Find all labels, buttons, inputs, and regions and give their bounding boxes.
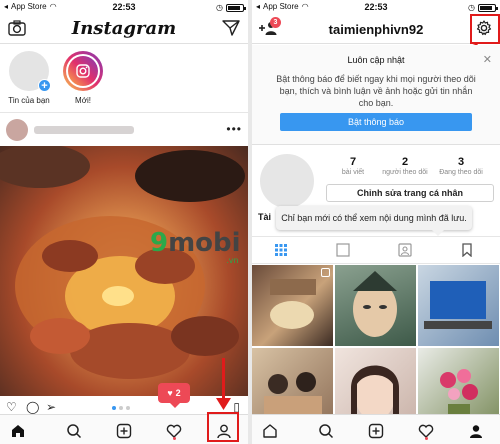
profile-tab-highlight	[207, 412, 239, 442]
feed-screen: ◂ App Store ◠ 22:53 ◷ Instagram + Tin củ…	[0, 0, 248, 444]
banner-text: Bật thông báo để biết ngay khi mọi người…	[276, 74, 476, 108]
status-bar: ◂ App Store ◠ 22:53 ◷	[0, 0, 248, 14]
tab-activity-icon[interactable]	[414, 421, 438, 441]
profile-screen: ◂ App Store ◠ 22:53 ◷ 3 taimienphivn92 L…	[252, 0, 500, 444]
battery-icon	[478, 3, 498, 12]
arrow-head-icon	[216, 398, 231, 410]
stat-followers[interactable]: 2 người theo dõi	[380, 156, 430, 176]
bottom-tab-bar	[252, 414, 500, 444]
photo-anime	[353, 271, 397, 337]
heart-icon: ♥	[167, 388, 173, 398]
watermark-nine: 9	[150, 228, 169, 258]
avatar[interactable]	[6, 119, 28, 141]
tab-search-icon[interactable]	[62, 421, 86, 441]
notification-count: 2	[175, 388, 181, 398]
tab-home-icon[interactable]	[6, 421, 30, 441]
post-username-blurred[interactable]	[34, 126, 134, 134]
post-grid	[252, 265, 500, 429]
post-photo[interactable]: 9mobi .vn	[0, 146, 248, 396]
story-new[interactable]: Mới!	[58, 51, 108, 105]
tagged-icon[interactable]	[398, 243, 414, 259]
avatar: +	[9, 51, 51, 92]
list-view-icon[interactable]	[336, 243, 352, 259]
saved-tooltip[interactable]: Chỉ bạn mới có thể xem nội dung mình đã …	[276, 206, 472, 236]
feed-header: Instagram	[0, 14, 248, 44]
comment-icon[interactable]: ◯	[26, 400, 39, 414]
story-ring	[63, 51, 103, 91]
tab-home-icon[interactable]	[258, 421, 282, 441]
tab-profile-icon[interactable]	[464, 421, 488, 441]
watermark-tld: .vn	[226, 256, 239, 265]
stat-number: 2	[401, 156, 409, 168]
saved-bookmark-icon[interactable]	[460, 243, 476, 259]
activity-dot	[173, 437, 176, 440]
notification-banner: Luôn cập nhật ✕ Bật thông báo để biết ng…	[252, 45, 500, 145]
tab-add-icon[interactable]	[364, 421, 388, 441]
stat-label: bài viết	[341, 169, 365, 176]
stat-label: Đang theo dõi	[439, 169, 483, 176]
stat-label: người theo dõi	[382, 169, 428, 176]
instagram-logo: Instagram	[71, 18, 177, 39]
share-icon[interactable]: ➢	[46, 400, 56, 414]
direct-message-icon[interactable]	[222, 20, 240, 41]
tab-add-icon[interactable]	[112, 421, 136, 441]
tab-search-icon[interactable]	[314, 421, 338, 441]
edit-profile-button[interactable]: Chỉnh sửa trang cá nhân	[326, 184, 494, 202]
stat-following[interactable]: 3 Đang theo dõi	[436, 156, 486, 176]
status-bar: ◂ App Store ◠ 22:53 ◷	[252, 0, 500, 14]
battery-icon	[226, 3, 246, 12]
carousel-dots	[112, 406, 130, 410]
status-time: 22:53	[364, 2, 388, 12]
stories-tray: + Tin của bạn Mới!	[0, 45, 248, 113]
stat-posts[interactable]: 7 bài viết	[328, 156, 378, 176]
food-image	[0, 146, 245, 379]
profile-username: taimienphivn92	[328, 22, 424, 37]
like-icon[interactable]: ♡	[6, 400, 17, 414]
annotation-arrow	[222, 358, 225, 402]
activity-notification-badge[interactable]: ♥ 2	[158, 383, 190, 408]
multi-photo-icon	[321, 268, 330, 277]
photo-cafe	[270, 279, 316, 329]
avatar[interactable]	[260, 154, 314, 208]
grid-view-icon[interactable]	[274, 243, 290, 259]
close-icon[interactable]: ✕	[483, 53, 492, 66]
instagram-camera-icon	[68, 56, 98, 86]
enable-notifications-button[interactable]: Bật thông báo	[280, 113, 472, 131]
profile-view-tabs	[252, 236, 500, 264]
grid-photo[interactable]	[252, 265, 333, 346]
grid-photo[interactable]	[418, 265, 499, 346]
grid-photo[interactable]	[335, 265, 416, 346]
alarm-icon: ◷	[468, 3, 475, 12]
post-header: •••	[0, 114, 248, 146]
stat-number: 7	[349, 156, 357, 168]
stat-number: 3	[457, 156, 465, 168]
profile-name: Tài	[258, 212, 272, 222]
add-story-icon[interactable]: +	[38, 79, 51, 92]
activity-dot	[425, 437, 428, 440]
status-time: 22:53	[112, 2, 136, 12]
watermark: 9mobi .vn	[150, 228, 241, 265]
story-label: Tin của bạn	[8, 96, 50, 105]
banner-title: Luôn cập nhật	[347, 55, 405, 65]
story-label: Mới!	[75, 96, 91, 105]
tab-activity-icon[interactable]	[162, 421, 186, 441]
photo-laptop	[424, 281, 492, 329]
story-own[interactable]: + Tin của bạn	[4, 51, 54, 105]
alarm-icon: ◷	[216, 3, 223, 12]
more-options-icon[interactable]: •••	[226, 122, 242, 136]
watermark-brand: mobi	[168, 228, 241, 258]
